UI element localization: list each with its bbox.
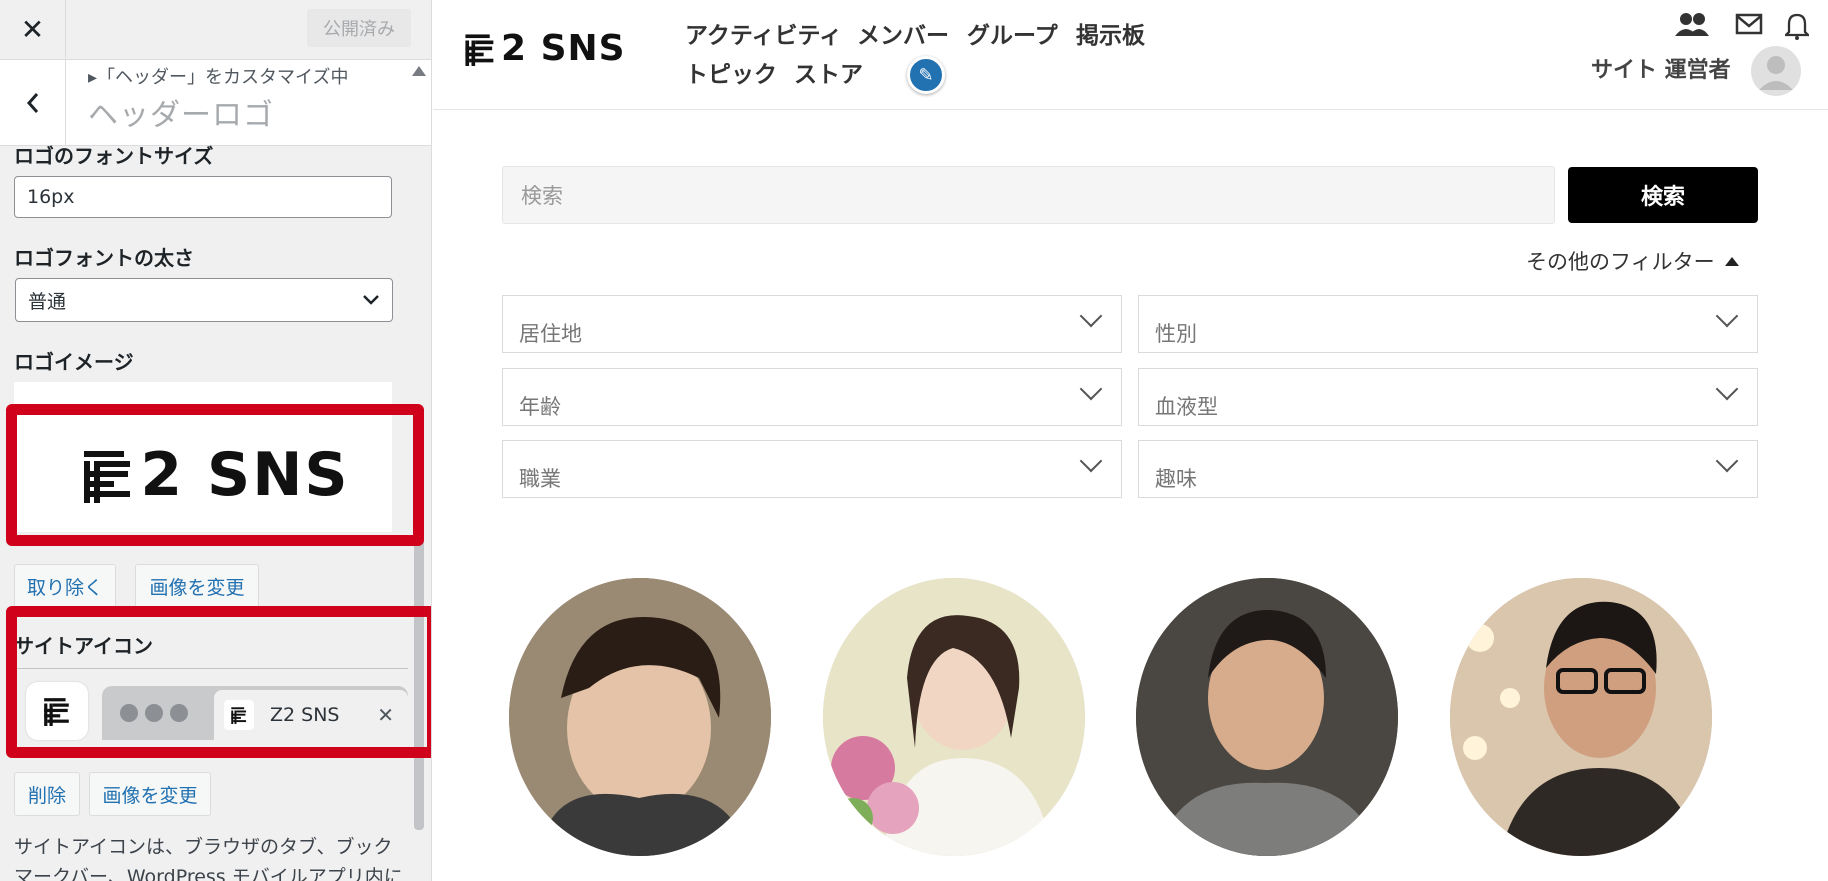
- site-logo[interactable]: 2 SNS: [463, 28, 626, 69]
- logo-font-size-input[interactable]: 16px: [14, 176, 392, 218]
- member-photo-2[interactable]: [823, 578, 1085, 856]
- chevron-down-icon: [1079, 449, 1103, 473]
- chevron-down-icon: [1079, 304, 1103, 328]
- breadcrumb: ▸「ヘッダー」をカスタマイズ中: [88, 67, 349, 88]
- logo-image-label: ロゴイメージ: [14, 350, 134, 374]
- user-name[interactable]: サイト 運営者: [1591, 52, 1731, 84]
- filter-occupation[interactable]: 職業: [502, 440, 1122, 498]
- chevron-down-icon: [1715, 377, 1739, 401]
- section-title: ヘッダーロゴ: [88, 98, 274, 133]
- nav-topics[interactable]: トピック: [685, 55, 777, 89]
- logo-font-weight-value: 普通: [28, 290, 67, 313]
- z-logo-mark-icon: [84, 451, 131, 503]
- scroll-up-arrow-icon[interactable]: [412, 66, 426, 76]
- avatar[interactable]: [1751, 46, 1801, 96]
- highlight-box: 2 SNS: [6, 404, 424, 546]
- filter-label: 職業: [519, 467, 561, 491]
- remove-logo-button[interactable]: 取り除く: [14, 564, 116, 608]
- caret-up-icon: [1724, 256, 1739, 266]
- site-logo-text: 2 SNS: [501, 28, 626, 69]
- filter-age[interactable]: 年齢: [502, 368, 1122, 426]
- nav-activity[interactable]: アクティビティ: [685, 16, 842, 50]
- logo-image-text: 2 SNS: [140, 440, 350, 510]
- logo-image: 2 SNS: [17, 415, 413, 535]
- highlight-box: [6, 606, 431, 758]
- site-preview: 2 SNS アクティビティ メンバー グループ 掲示板 トピック ストア ✎ サ…: [433, 0, 1828, 881]
- customizer-panel: ✕ 公開済み ▸「ヘッダー」をカスタマイズ中 ヘッダーロゴ ロゴのフォントサイズ…: [0, 0, 432, 881]
- change-logo-button[interactable]: 画像を変更: [135, 564, 259, 608]
- more-filters-toggle[interactable]: その他のフィルター: [1526, 246, 1739, 276]
- nav-store[interactable]: ストア: [794, 55, 863, 89]
- filter-blood-type[interactable]: 血液型: [1138, 368, 1758, 426]
- chevron-down-icon: [1079, 377, 1103, 401]
- member-photo-1[interactable]: [509, 578, 771, 856]
- chevron-down-icon: [1715, 304, 1739, 328]
- more-filters-label: その他のフィルター: [1526, 250, 1715, 274]
- mail-icon[interactable]: [1735, 12, 1763, 43]
- chevron-left-icon: [26, 93, 38, 113]
- chevron-down-icon: [1715, 449, 1739, 473]
- bell-icon[interactable]: [1783, 12, 1811, 47]
- logo-font-weight-select[interactable]: 普通: [15, 278, 393, 322]
- publish-button[interactable]: 公開済み: [307, 9, 411, 47]
- z-logo-mark-icon: [465, 33, 494, 66]
- customizer-topbar: ✕ 公開済み: [0, 0, 431, 60]
- filter-hobby[interactable]: 趣味: [1138, 440, 1758, 498]
- chevron-down-icon: [363, 295, 379, 305]
- member-photo-3[interactable]: [1136, 578, 1398, 856]
- logo-font-size-label: ロゴのフォントサイズ: [14, 144, 214, 168]
- back-button[interactable]: [0, 60, 66, 146]
- site-icon-description: サイトアイコンは、ブラウザのタブ、ブックマークバー、WordPress モバイル…: [14, 836, 403, 881]
- filter-label: 年齢: [519, 395, 561, 419]
- filter-gender[interactable]: 性別: [1138, 295, 1758, 353]
- friends-icon[interactable]: [1675, 12, 1709, 45]
- filter-residence[interactable]: 居住地: [502, 295, 1122, 353]
- logo-font-weight-label: ロゴフォントの太さ: [14, 246, 194, 270]
- filter-label: 居住地: [519, 322, 582, 346]
- delete-icon-button[interactable]: 削除: [14, 772, 80, 816]
- close-icon[interactable]: ✕: [0, 0, 66, 58]
- filter-label: 性別: [1155, 322, 1197, 346]
- search-button[interactable]: 検索: [1568, 167, 1758, 223]
- member-photo-4[interactable]: [1450, 578, 1712, 856]
- edit-pencil-icon[interactable]: ✎: [907, 56, 945, 94]
- nav-forums[interactable]: 掲示板: [1076, 16, 1145, 50]
- search-input[interactable]: 検索: [502, 166, 1555, 224]
- nav-members[interactable]: メンバー: [857, 16, 949, 50]
- section-header: ▸「ヘッダー」をカスタマイズ中 ヘッダーロゴ: [0, 60, 431, 146]
- nav-groups[interactable]: グループ: [967, 16, 1058, 50]
- filter-label: 趣味: [1155, 467, 1197, 491]
- change-icon-button[interactable]: 画像を変更: [89, 772, 211, 816]
- filter-label: 血液型: [1155, 395, 1218, 419]
- site-header: 2 SNS アクティビティ メンバー グループ 掲示板 トピック ストア ✎ サ…: [433, 0, 1828, 110]
